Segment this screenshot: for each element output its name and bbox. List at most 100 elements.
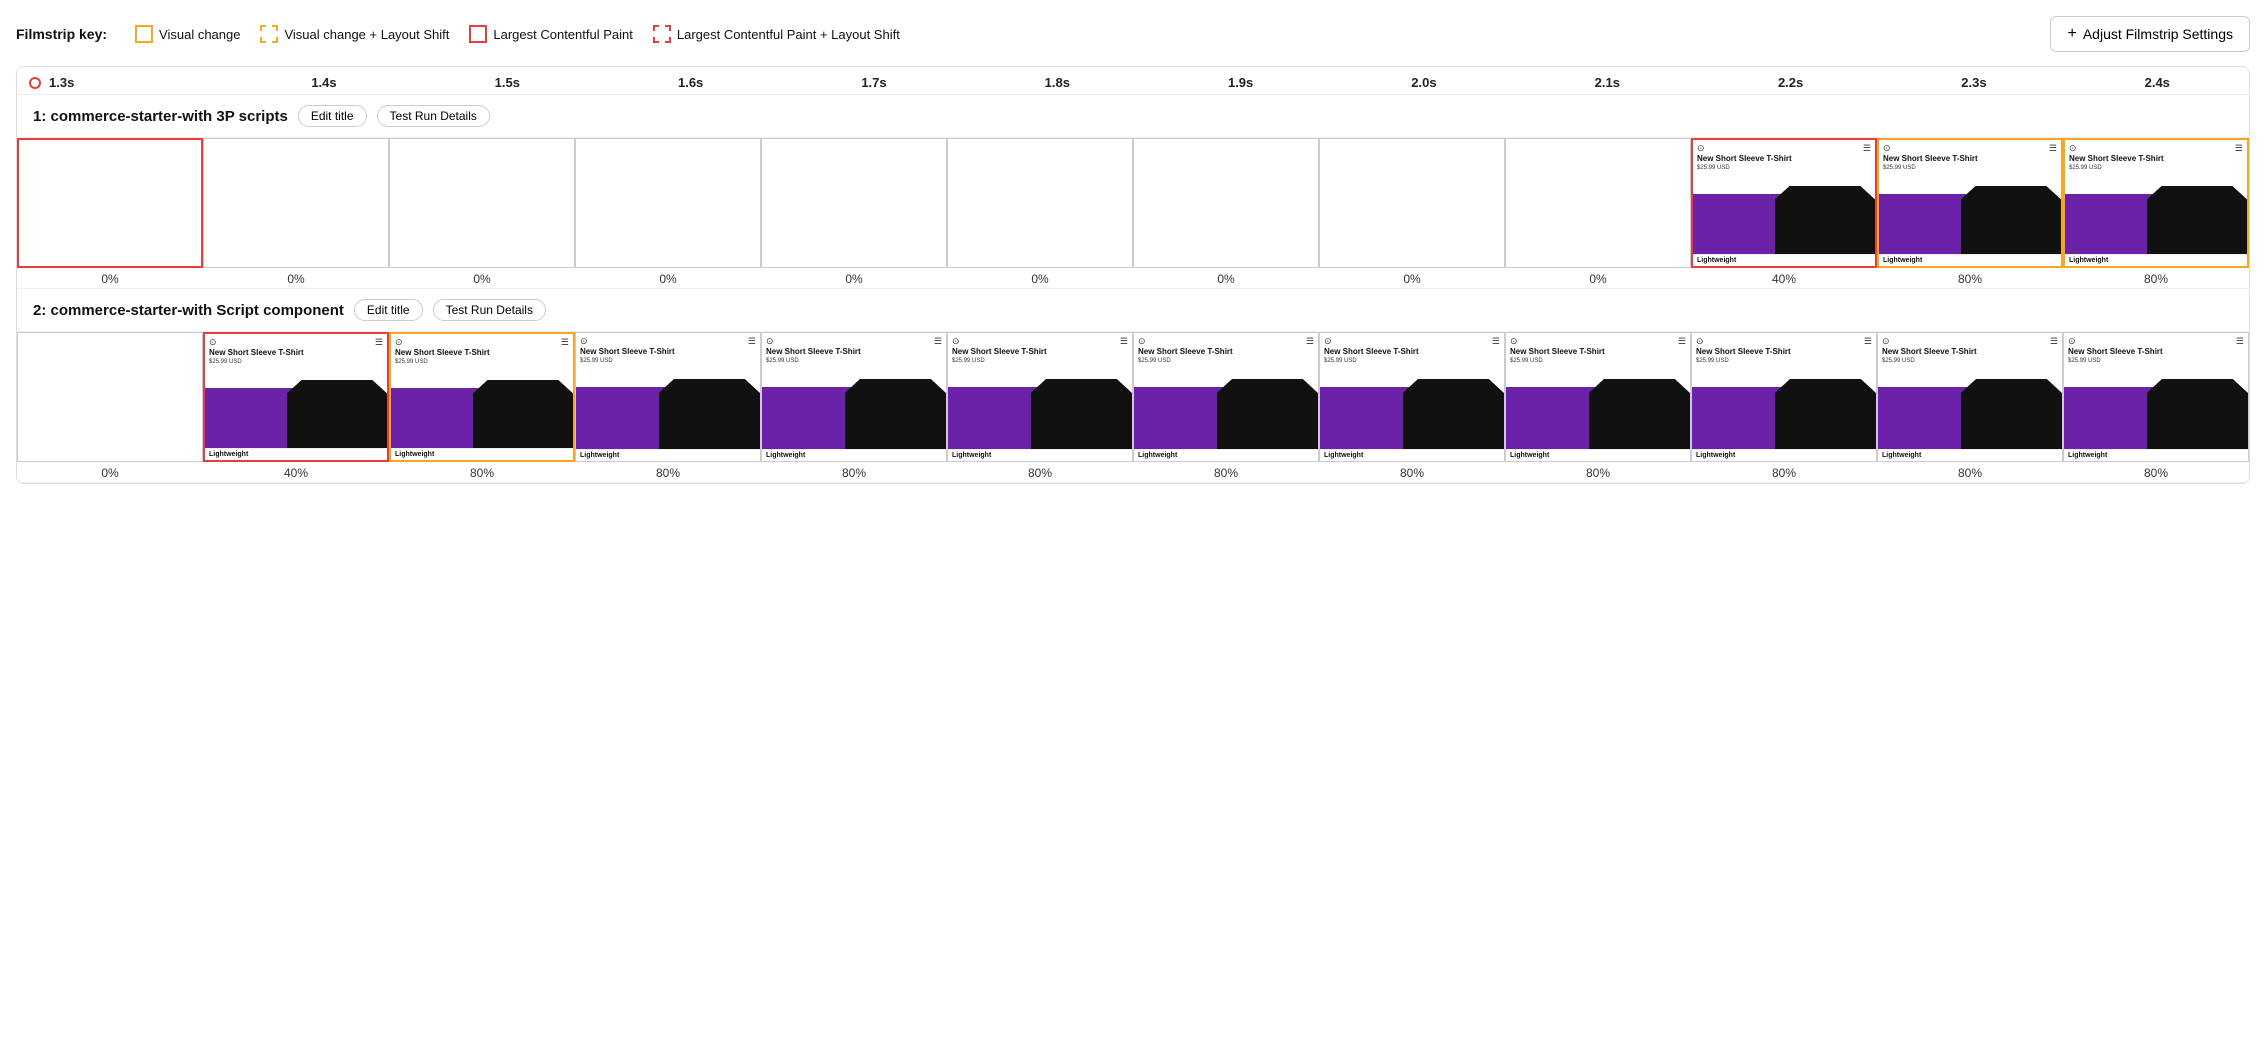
frame-pct-1-3: 0%: [659, 268, 676, 288]
frame-pct-1-10: 80%: [1958, 268, 1982, 288]
product-price: $25.99 USD: [766, 358, 942, 364]
timeline-header: 1.3s1.4s1.5s1.6s1.7s1.8s1.9s2.0s2.1s2.2s…: [17, 67, 2249, 95]
frame-img-1-10[interactable]: ⊙☰New Short Sleeve T-Shirt$25.99 USDLigh…: [1877, 138, 2063, 268]
product-card-icons: ⊙☰: [1882, 336, 2058, 347]
frame-img-1-11[interactable]: ⊙☰New Short Sleeve T-Shirt$25.99 USDLigh…: [2063, 138, 2249, 268]
frame-img-2-11[interactable]: ⊙☰New Short Sleeve T-Shirt$25.99 USD Ligh…: [2063, 332, 2249, 462]
camera-icon: ⊙: [766, 336, 774, 347]
frame-img-2-6[interactable]: ⊙☰New Short Sleeve T-Shirt$25.99 USDLigh…: [1133, 332, 1319, 462]
product-image-area: [1320, 367, 1504, 449]
product-price: $25.99 USD: [395, 359, 569, 365]
frame-img-1-0[interactable]: [17, 138, 203, 268]
test-run-details-button-2[interactable]: Test Run Details: [433, 299, 546, 321]
product-image-area: [391, 368, 573, 448]
legend-item-visual-change-layout-shift: Visual change + Layout Shift: [260, 25, 449, 43]
frame-pct-2-2: 80%: [470, 462, 494, 482]
frame-img-2-8[interactable]: ⊙☰New Short Sleeve T-Shirt$25.99 USDLigh…: [1505, 332, 1691, 462]
menu-icon: ☰: [2050, 336, 2058, 347]
camera-icon: ⊙: [1882, 336, 1890, 347]
frame-img-2-1[interactable]: ⊙☰New Short Sleeve T-Shirt$25.99 USDLigh…: [203, 332, 389, 462]
frame-cell-1-7: 0%: [1319, 138, 1505, 288]
frame-img-1-8[interactable]: [1505, 138, 1691, 268]
product-price: $25.99 USD: [1883, 165, 2057, 171]
legend-box-yellow-solid: [135, 25, 153, 43]
plus-icon: +: [2067, 25, 2076, 43]
frame-img-2-3[interactable]: ⊙☰New Short Sleeve T-Shirt$25.99 USDLigh…: [575, 332, 761, 462]
menu-icon: ☰: [2049, 143, 2057, 154]
product-title: New Short Sleeve T-Shirt: [2068, 347, 2244, 357]
product-price: $25.99 USD: [1697, 165, 1871, 171]
product-footer: Lightweight: [1506, 449, 1690, 461]
black-shirt-image: [1961, 186, 2061, 254]
black-shirt-image: [845, 379, 946, 449]
frame-cell-2-9: ⊙☰New Short Sleeve T-Shirt$25.99 USDLigh…: [1691, 332, 1877, 482]
legend-text-lcp-layout-shift: Largest Contentful Paint + Layout Shift: [677, 27, 900, 42]
product-footer: Lightweight: [205, 448, 387, 460]
frame-cell-1-11: ⊙☰New Short Sleeve T-Shirt$25.99 USDLigh…: [2063, 138, 2249, 288]
frame-img-1-7[interactable]: [1319, 138, 1505, 268]
product-card-icons: ⊙☰: [580, 336, 756, 347]
frame-cell-2-8: ⊙☰New Short Sleeve T-Shirt$25.99 USDLigh…: [1505, 332, 1691, 482]
camera-icon: ⊙: [1883, 143, 1891, 154]
black-shirt-image: [1031, 379, 1132, 449]
product-footer: Lightweight: [762, 449, 946, 461]
frame-img-2-2[interactable]: ⊙☰New Short Sleeve T-Shirt$25.99 USDLigh…: [389, 332, 575, 462]
frame-img-1-4[interactable]: [761, 138, 947, 268]
frame-cell-1-6: 0%: [1133, 138, 1319, 288]
product-card-icons: ⊙☰: [2068, 336, 2244, 347]
black-shirt-image: [1961, 379, 2062, 449]
menu-icon: ☰: [934, 336, 942, 347]
camera-icon: ⊙: [1324, 336, 1332, 347]
frame-img-2-5[interactable]: ⊙☰New Short Sleeve T-Shirt$25.99 USDLigh…: [947, 332, 1133, 462]
frame-pct-2-4: 80%: [842, 462, 866, 482]
edit-title-button-1[interactable]: Edit title: [298, 105, 367, 127]
frame-pct-2-5: 80%: [1028, 462, 1052, 482]
frame-img-1-5[interactable]: [947, 138, 1133, 268]
menu-icon: ☰: [1864, 336, 1872, 347]
product-footer: Lightweight: [1879, 254, 2061, 266]
test-header-1: 1: commerce-starter-with 3P scripts Edit …: [17, 95, 2249, 138]
frames-container-2: 0%⊙☰New Short Sleeve T-Shirt$25.99 USDLi…: [17, 332, 2249, 482]
legend-items: Filmstrip key: Visual change Visual chan…: [16, 25, 900, 43]
frame-img-1-1[interactable]: [203, 138, 389, 268]
product-footer: Lightweight: [576, 449, 760, 461]
frame-img-2-0[interactable]: [17, 332, 203, 462]
product-card-icons: ⊙☰: [1510, 336, 1686, 347]
frame-img-2-10[interactable]: ⊙☰New Short Sleeve T-Shirt$25.99 USDLigh…: [1877, 332, 2063, 462]
product-price: $25.99 USD: [1138, 358, 1314, 364]
product-footer: Lightweight: [391, 448, 573, 460]
frame-cell-2-11: ⊙☰New Short Sleeve T-Shirt$25.99 USD Ligh…: [2063, 332, 2249, 482]
product-price: $25.99 USD: [2068, 358, 2244, 364]
product-image-area: [1693, 174, 1875, 254]
frame-img-2-7[interactable]: ⊙☰New Short Sleeve T-Shirt$25.99 USDLigh…: [1319, 332, 1505, 462]
black-shirt-image: [473, 380, 573, 448]
camera-icon: ⊙: [952, 336, 960, 347]
frames-container-1: 0%0%0%0%0%0%0%0%0%⊙☰New Short Sleeve T-S…: [17, 138, 2249, 288]
product-title: New Short Sleeve T-Shirt: [2069, 154, 2243, 164]
frame-img-2-9[interactable]: ⊙☰New Short Sleeve T-Shirt$25.99 USDLigh…: [1691, 332, 1877, 462]
product-card-icons: ⊙☰: [1883, 143, 2057, 154]
menu-icon: ☰: [1306, 336, 1314, 347]
timeline-start-dot: [29, 77, 41, 89]
product-title: New Short Sleeve T-Shirt: [1696, 347, 1872, 357]
product-title: New Short Sleeve T-Shirt: [1324, 347, 1500, 357]
frame-img-1-6[interactable]: [1133, 138, 1319, 268]
frame-pct-1-6: 0%: [1217, 268, 1234, 288]
camera-icon: ⊙: [580, 336, 588, 347]
product-footer: Lightweight: [2064, 449, 2248, 461]
adjust-filmstrip-button[interactable]: + Adjust Filmstrip Settings: [2050, 16, 2250, 52]
product-price: $25.99 USD: [2069, 165, 2243, 171]
product-card-icons: ⊙☰: [2069, 143, 2243, 154]
test-run-details-button-1[interactable]: Test Run Details: [377, 105, 490, 127]
menu-icon: ☰: [1863, 143, 1871, 154]
product-image-area: [948, 367, 1132, 449]
frame-img-2-4[interactable]: ⊙☰New Short Sleeve T-Shirt$25.99 USDLigh…: [761, 332, 947, 462]
edit-title-button-2[interactable]: Edit title: [354, 299, 423, 321]
legend-text-lcp: Largest Contentful Paint: [493, 27, 632, 42]
frame-cell-2-4: ⊙☰New Short Sleeve T-Shirt$25.99 USDLigh…: [761, 332, 947, 482]
frame-img-1-2[interactable]: [389, 138, 575, 268]
frame-img-1-3[interactable]: [575, 138, 761, 268]
frame-cell-2-0: 0%: [17, 332, 203, 482]
test-title-1: 1: commerce-starter-with 3P scripts: [33, 108, 288, 125]
frame-img-1-9[interactable]: ⊙☰New Short Sleeve T-Shirt$25.99 USDLigh…: [1691, 138, 1877, 268]
